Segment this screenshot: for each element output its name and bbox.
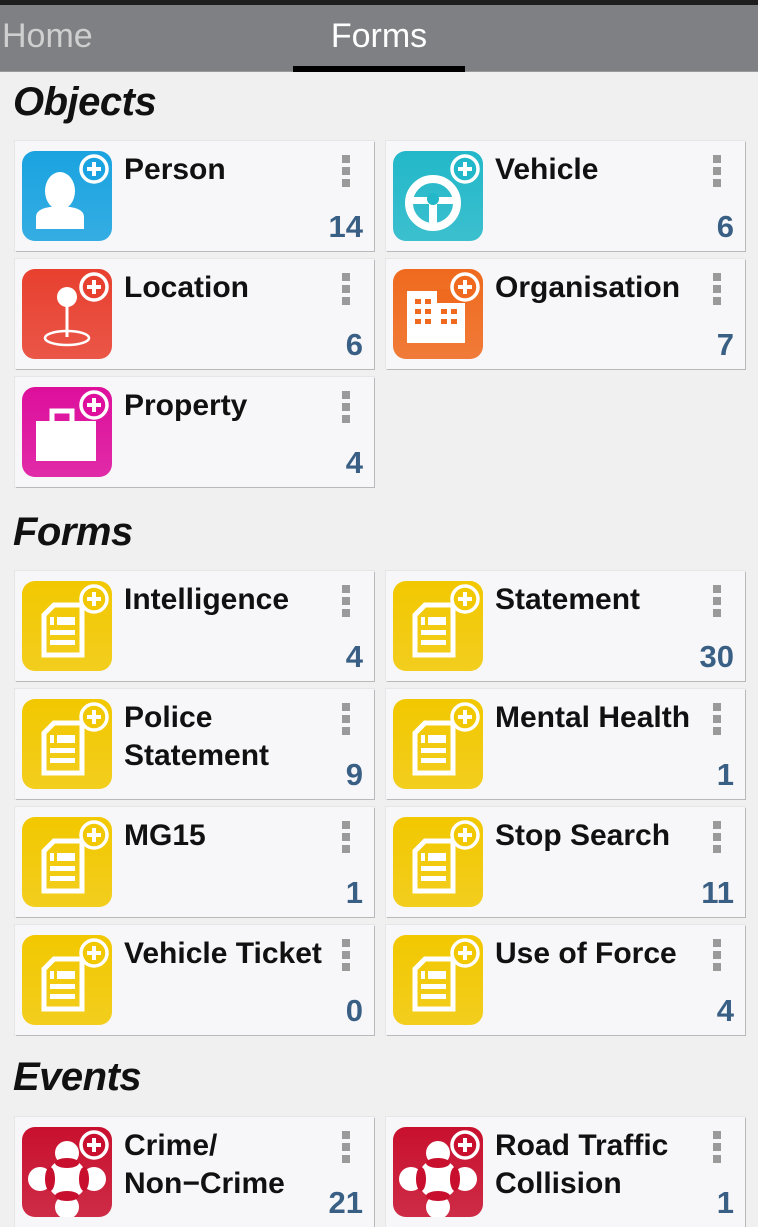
briefcase-add-icon[interactable] bbox=[22, 387, 112, 477]
tile-stop-search[interactable]: Stop Search 11 bbox=[386, 807, 745, 917]
tile-vehicle-ticket[interactable]: Vehicle Ticket 0 bbox=[15, 925, 374, 1035]
tile-label: Location bbox=[124, 271, 249, 304]
tile-label: Organisation bbox=[495, 271, 681, 304]
tile-mg15[interactable]: MG15 1 bbox=[15, 807, 374, 917]
overflow-menu-icon[interactable] bbox=[713, 703, 721, 735]
overflow-menu-icon[interactable] bbox=[342, 703, 350, 735]
tile-intelligence[interactable]: Intelligence 4 bbox=[15, 571, 374, 681]
tile-label: Road Traffic Collision bbox=[495, 1129, 669, 1200]
event-add-icon[interactable] bbox=[22, 1127, 112, 1217]
tile-location[interactable]: Location 6 bbox=[15, 259, 374, 369]
item-count: 4 bbox=[345, 445, 363, 480]
tile-label: Property bbox=[124, 389, 248, 422]
tile-label: Statement bbox=[495, 583, 641, 616]
overflow-menu-icon[interactable] bbox=[713, 273, 721, 305]
tile-label: Intelligence bbox=[124, 583, 290, 616]
person-add-icon[interactable] bbox=[22, 151, 112, 241]
overflow-menu-icon[interactable] bbox=[342, 585, 350, 617]
tile-organisation[interactable]: Organisation 7 bbox=[386, 259, 745, 369]
item-count: 1 bbox=[345, 875, 363, 910]
form-add-icon[interactable] bbox=[22, 699, 112, 789]
overflow-menu-icon[interactable] bbox=[342, 939, 350, 971]
tile-road-traffic-collision[interactable]: Road Traffic Collision 1 bbox=[386, 1117, 745, 1227]
overflow-menu-icon[interactable] bbox=[342, 821, 350, 853]
form-add-icon[interactable] bbox=[393, 699, 483, 789]
tile-label: Mental Health bbox=[495, 701, 691, 734]
form-add-icon[interactable] bbox=[393, 935, 483, 1025]
overflow-menu-icon[interactable] bbox=[713, 1131, 721, 1163]
item-count: 14 bbox=[328, 209, 363, 244]
item-count: 30 bbox=[699, 639, 734, 674]
tab-bar: Home Forms bbox=[0, 5, 758, 72]
item-count: 4 bbox=[345, 639, 363, 674]
tile-label: Person bbox=[124, 153, 226, 186]
form-add-icon[interactable] bbox=[22, 935, 112, 1025]
section-title-objects: Objects bbox=[13, 80, 157, 124]
form-add-icon[interactable] bbox=[393, 581, 483, 671]
overflow-menu-icon[interactable] bbox=[713, 821, 721, 853]
section-title-events: Events bbox=[13, 1055, 142, 1099]
item-count: 1 bbox=[716, 1185, 734, 1220]
form-add-icon[interactable] bbox=[22, 581, 112, 671]
map-pin-add-icon[interactable] bbox=[22, 269, 112, 359]
overflow-menu-icon[interactable] bbox=[342, 273, 350, 305]
tile-label: Stop Search bbox=[495, 819, 671, 852]
form-add-icon[interactable] bbox=[22, 817, 112, 907]
tab-home[interactable]: Home bbox=[2, 5, 93, 71]
item-count: 1 bbox=[716, 757, 734, 792]
item-count: 4 bbox=[716, 993, 734, 1028]
tile-label: Crime/ Non−Crime bbox=[124, 1129, 285, 1200]
tile-statement[interactable]: Statement 30 bbox=[386, 571, 745, 681]
overflow-menu-icon[interactable] bbox=[342, 155, 350, 187]
item-count: 21 bbox=[328, 1185, 363, 1220]
tile-label: Vehicle Ticket bbox=[124, 937, 322, 970]
item-count: 6 bbox=[345, 327, 363, 362]
tile-person[interactable]: Person 14 bbox=[15, 141, 374, 251]
item-count: 6 bbox=[716, 209, 734, 244]
overflow-menu-icon[interactable] bbox=[342, 1131, 350, 1163]
form-add-icon[interactable] bbox=[393, 817, 483, 907]
item-count: 11 bbox=[701, 875, 734, 910]
overflow-menu-icon[interactable] bbox=[713, 155, 721, 187]
event-add-icon[interactable] bbox=[393, 1127, 483, 1217]
tile-label: Police Statement bbox=[124, 701, 270, 772]
building-add-icon[interactable] bbox=[393, 269, 483, 359]
overflow-menu-icon[interactable] bbox=[342, 391, 350, 423]
tile-police-statement[interactable]: Police Statement 9 bbox=[15, 689, 374, 799]
overflow-menu-icon[interactable] bbox=[713, 585, 721, 617]
tile-property[interactable]: Property 4 bbox=[15, 377, 374, 487]
tile-mental-health[interactable]: Mental Health 1 bbox=[386, 689, 745, 799]
tile-use-of-force[interactable]: Use of Force 4 bbox=[386, 925, 745, 1035]
overflow-menu-icon[interactable] bbox=[713, 939, 721, 971]
tile-crime-non-crime[interactable]: Crime/ Non−Crime 21 bbox=[15, 1117, 374, 1227]
tile-label: MG15 bbox=[124, 819, 206, 852]
item-count: 0 bbox=[345, 993, 363, 1028]
tile-label: Use of Force bbox=[495, 937, 677, 970]
tile-label: Vehicle bbox=[495, 153, 599, 186]
tile-vehicle[interactable]: Vehicle 6 bbox=[386, 141, 745, 251]
item-count: 9 bbox=[345, 757, 363, 792]
tab-forms[interactable]: Forms bbox=[293, 5, 465, 71]
active-tab-indicator bbox=[293, 66, 465, 72]
item-count: 7 bbox=[716, 327, 734, 362]
section-title-forms: Forms bbox=[13, 510, 133, 554]
steering-wheel-add-icon[interactable] bbox=[393, 151, 483, 241]
